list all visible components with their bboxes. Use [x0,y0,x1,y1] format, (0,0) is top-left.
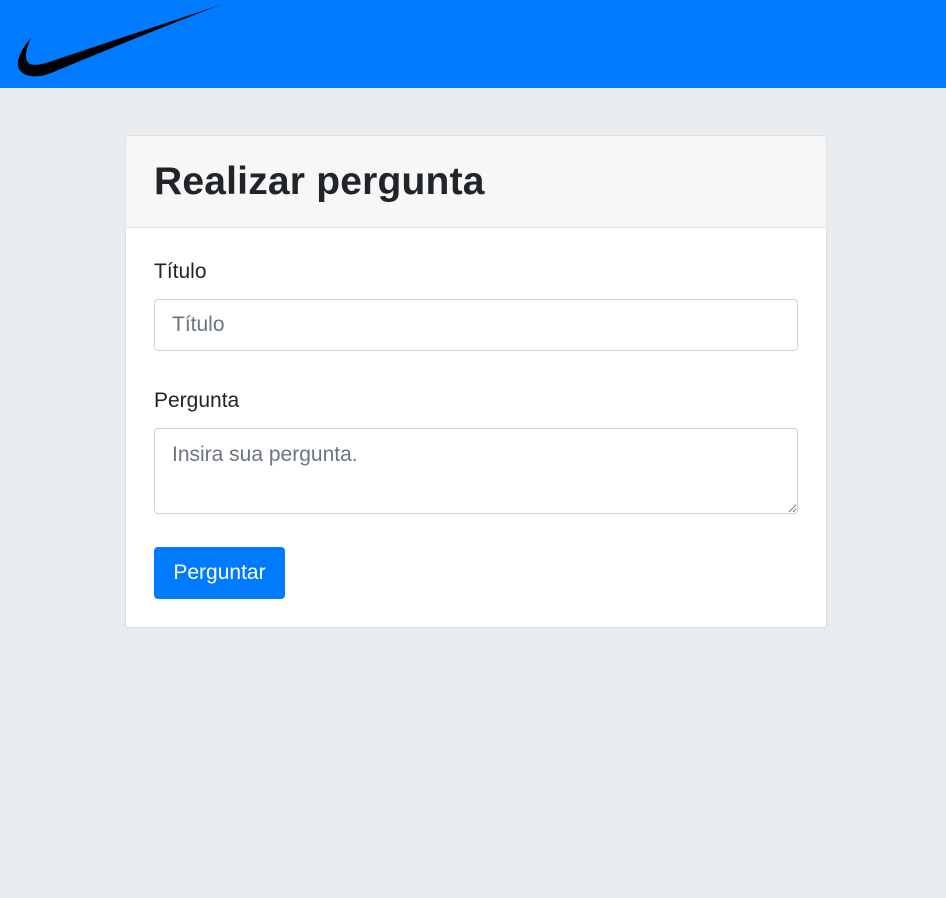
titulo-input[interactable] [154,299,798,351]
pergunta-label: Pergunta [154,389,240,412]
card-header: Realizar pergunta [126,136,826,228]
ask-question-card: Realizar pergunta Título Pergunta Pergun… [125,135,827,628]
top-navbar [0,0,946,88]
swoosh-logo-icon[interactable] [17,3,225,77]
titulo-label: Título [154,260,207,283]
pergunta-textarea[interactable] [154,428,798,514]
page-title: Realizar pergunta [154,159,485,203]
perguntar-button[interactable]: Perguntar [154,547,285,599]
